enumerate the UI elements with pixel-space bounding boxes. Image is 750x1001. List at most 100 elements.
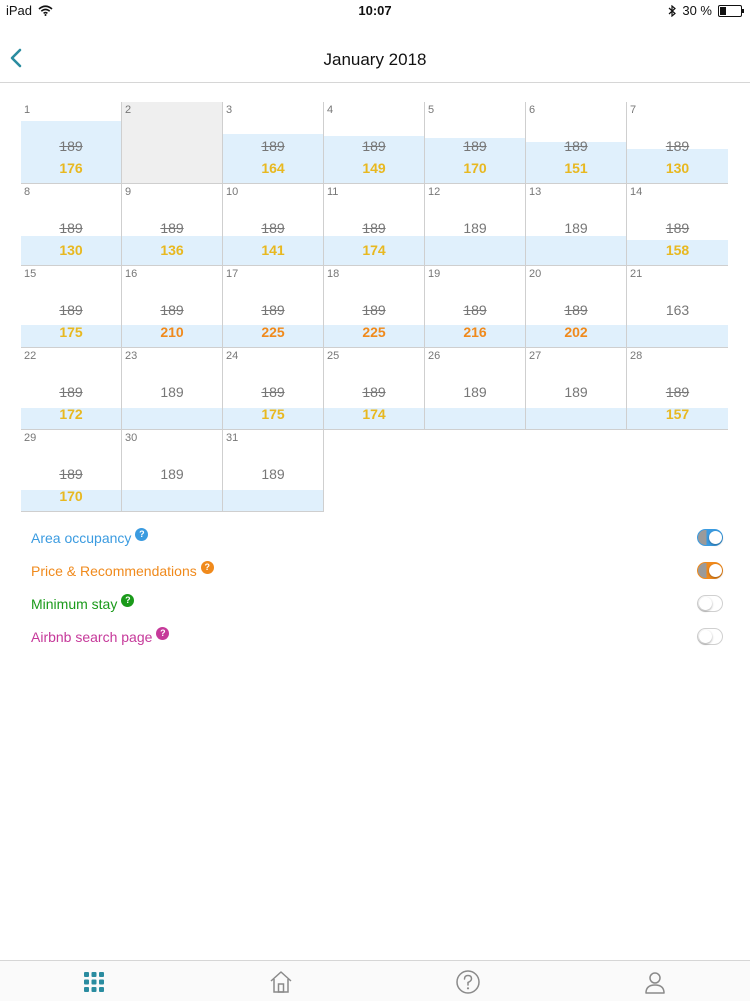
calendar-day-cell[interactable]: 17 189 225: [223, 266, 324, 348]
recommended-price: 158: [665, 242, 690, 258]
calendar-day-cell[interactable]: 29 189 170: [21, 430, 122, 512]
occupancy-bar: [223, 490, 323, 511]
day-number: 3: [226, 104, 233, 116]
base-price: 189: [261, 138, 285, 154]
calendar-day-cell[interactable]: 24 189 175: [223, 348, 324, 430]
day-number: 30: [125, 432, 138, 444]
toggle-switch[interactable]: [697, 628, 723, 645]
day-number: 5: [428, 104, 435, 116]
calendar-day-cell[interactable]: 6 189 151: [526, 102, 627, 184]
calendar-day-cell[interactable]: 12 189: [425, 184, 526, 266]
recommended-price: 172: [59, 406, 83, 422]
calendar-day-cell[interactable]: 31 189: [223, 430, 324, 512]
page-title: January 2018: [323, 50, 427, 69]
calendar-day-cell[interactable]: 19 189 216: [425, 266, 526, 348]
base-price: 189: [463, 138, 487, 154]
status-bar: iPad 10:07 30 %: [0, 0, 750, 22]
recommended-price: 141: [261, 242, 285, 258]
base-price: 189: [463, 302, 487, 318]
base-price: 189: [160, 302, 184, 318]
day-number: 1: [24, 104, 31, 116]
calendar-day-cell[interactable]: 18 189 225: [324, 266, 425, 348]
calendar-day-cell[interactable]: 5 189 170: [425, 102, 526, 184]
day-number: 16: [125, 268, 138, 280]
grid-icon: [84, 972, 104, 992]
legend-row: Minimum stay?: [31, 592, 725, 625]
day-number: 26: [428, 350, 441, 362]
recommended-price: 130: [59, 242, 83, 258]
calendar-day-cell[interactable]: 15 189 175: [21, 266, 122, 348]
calendar-day-cell[interactable]: 7 189 130: [627, 102, 728, 184]
tab-bar: [0, 960, 750, 1001]
legend-label: Price & Recommendations?: [31, 561, 214, 579]
calendar-day-cell[interactable]: 8 189 130: [21, 184, 122, 266]
status-right: 30 %: [668, 3, 744, 18]
help-icon[interactable]: ?: [121, 594, 135, 607]
calendar-day-cell[interactable]: 9 189 136: [122, 184, 223, 266]
calendar-day-cell[interactable]: 26 189: [425, 348, 526, 430]
bluetooth-icon: [668, 4, 677, 17]
occupancy-bar: [122, 408, 222, 429]
recommended-price: 176: [59, 160, 83, 176]
tab-profile[interactable]: [642, 969, 668, 995]
calendar-day-cell[interactable]: 13 189: [526, 184, 627, 266]
base-price: 189: [261, 220, 285, 236]
toggle-switch[interactable]: [697, 562, 723, 579]
toggle-switch[interactable]: [697, 595, 723, 612]
legend-text: Minimum stay: [31, 596, 118, 612]
base-price: 189: [59, 466, 83, 482]
legend-label: Airbnb search page?: [31, 627, 170, 645]
recommended-price: 175: [261, 406, 285, 422]
calendar-day-cell[interactable]: 20 189 202: [526, 266, 627, 348]
toggle-knob: [709, 531, 722, 544]
calendar-day-cell[interactable]: 16 189 210: [122, 266, 223, 348]
calendar-week-row: 22 189 172 23 189 24 189 175 25 189 174 26 189 27 189 2…: [21, 348, 730, 430]
tab-calendar[interactable]: [81, 969, 107, 995]
base-price: 189: [665, 220, 690, 236]
occupancy-bar: [627, 325, 728, 347]
toggle-switch[interactable]: [697, 529, 723, 546]
calendar-day-cell[interactable]: 10 189 141: [223, 184, 324, 266]
day-number: 8: [24, 186, 31, 198]
calendar-day-cell[interactable]: 22 189 172: [21, 348, 122, 430]
calendar-day-cell[interactable]: 1 189 176: [21, 102, 122, 184]
base-price: 189: [261, 384, 285, 400]
base-price: 189: [564, 302, 588, 318]
price: 189: [261, 466, 285, 482]
base-price: 189: [665, 138, 690, 154]
legend-row: Price & Recommendations?: [31, 559, 725, 592]
calendar-day-cell[interactable]: 4 189 149: [324, 102, 425, 184]
calendar-day-cell[interactable]: 30 189: [122, 430, 223, 512]
base-price: 189: [59, 384, 83, 400]
calendar-day-cell[interactable]: 25 189 174: [324, 348, 425, 430]
recommended-price: 216: [463, 324, 487, 340]
day-number: 6: [529, 104, 536, 116]
calendar-day-cell[interactable]: 23 189: [122, 348, 223, 430]
day-number: 28: [630, 350, 643, 362]
day-number: 9: [125, 186, 132, 198]
calendar-day-cell[interactable]: 21 163: [627, 266, 728, 348]
calendar-day-cell[interactable]: 3 189 164: [223, 102, 324, 184]
day-number: 10: [226, 186, 239, 198]
calendar-day-cell[interactable]: 11 189 174: [324, 184, 425, 266]
calendar-day-cell[interactable]: 14 189 158: [627, 184, 728, 266]
home-icon: [270, 971, 292, 993]
calendar-day-cell[interactable]: 27 189: [526, 348, 627, 430]
day-number: 15: [24, 268, 37, 280]
base-price: 189: [362, 220, 386, 236]
price: 189: [160, 466, 184, 482]
help-icon[interactable]: ?: [200, 561, 214, 574]
calendar-week-row: 1 189 176 2 3 189 164 4 189 149 5 189 170 6 189 151 7 189…: [21, 102, 730, 184]
legend-text: Area occupancy: [31, 530, 132, 546]
tab-help[interactable]: [455, 969, 481, 995]
legend-label: Area occupancy?: [31, 528, 149, 546]
occupancy-bar: [425, 236, 525, 265]
occupancy-bar: [425, 408, 525, 429]
day-number: 11: [327, 186, 339, 198]
help-icon[interactable]: ?: [135, 528, 149, 541]
calendar-day-cell[interactable]: 28 189 157: [627, 348, 728, 430]
tab-home[interactable]: [268, 969, 294, 995]
help-icon[interactable]: ?: [156, 627, 170, 640]
toggle-knob: [699, 630, 712, 643]
day-number: 24: [226, 350, 239, 362]
